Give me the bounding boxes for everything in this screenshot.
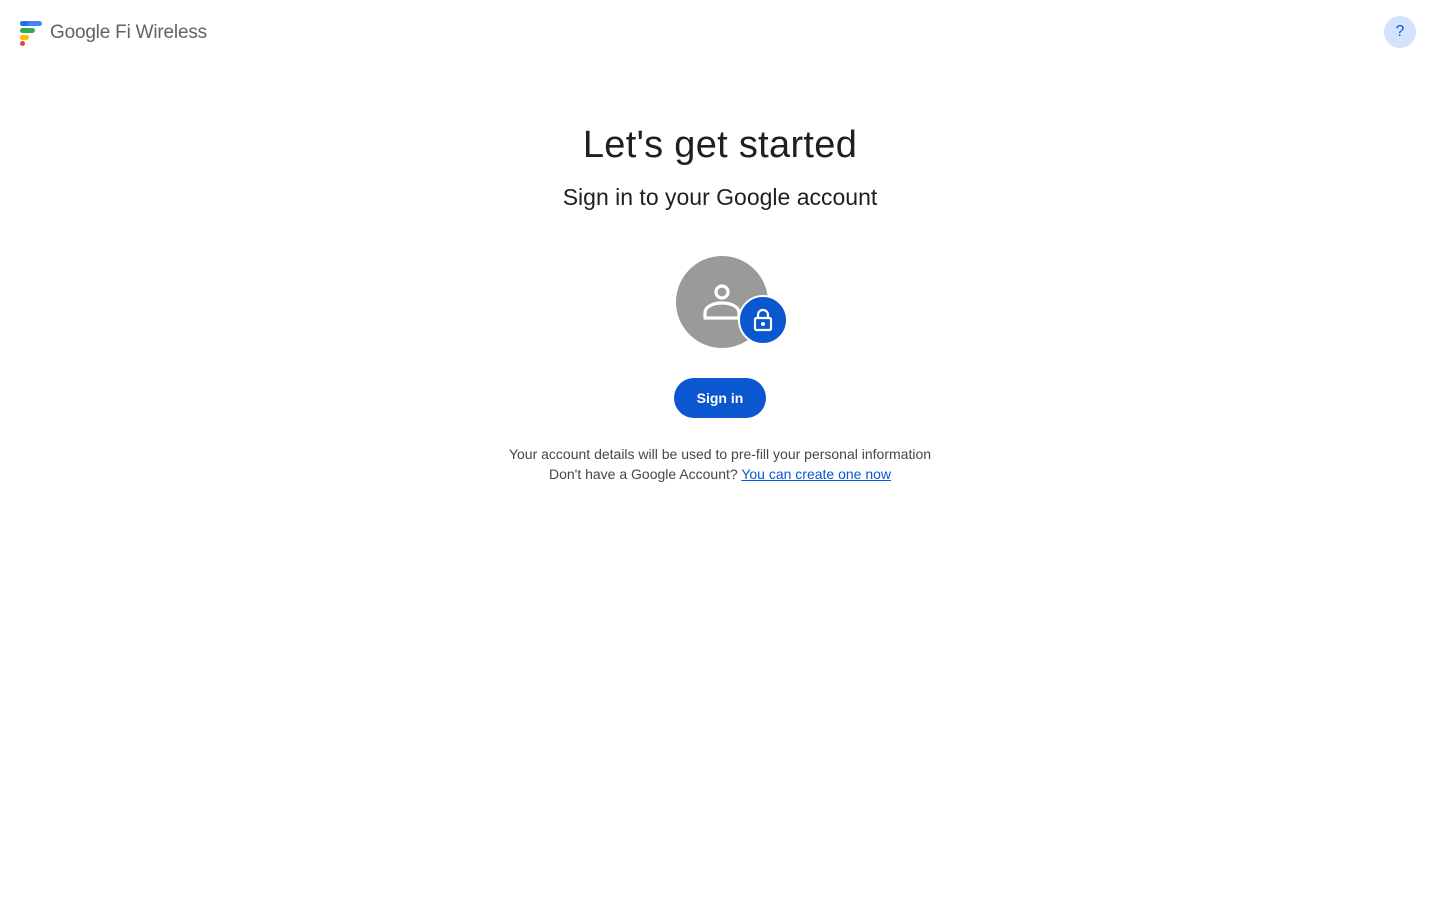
create-account-prefix: Don't have a Google Account? (548, 466, 738, 482)
brand-product-text: Fi Wireless (115, 22, 207, 43)
brand-google-text: Google (50, 22, 111, 43)
create-account-line: Don't have a Google Account? You can cre… (0, 464, 1440, 484)
person-icon (703, 284, 741, 320)
account-avatar-group (676, 256, 790, 348)
account-info-text: Your account details will be used to pre… (508, 446, 932, 462)
sign-in-button[interactable]: Sign in (674, 378, 766, 418)
help-button[interactable]: ? (1384, 16, 1416, 48)
top-header: Google Fi Wireless ? (0, 0, 1440, 64)
brand-logo-link[interactable]: Google Fi Wireless (18, 19, 207, 47)
lock-icon (753, 308, 773, 332)
lock-badge (738, 295, 788, 345)
brand-name: Google Fi Wireless (50, 22, 207, 44)
create-account-link[interactable]: You can create one now (741, 466, 891, 482)
page-title: Let's get started (582, 124, 858, 166)
question-mark-icon: ? (1395, 23, 1405, 40)
google-fi-logo-icon (18, 20, 44, 46)
page-subtitle: Sign in to your Google account (562, 184, 878, 210)
